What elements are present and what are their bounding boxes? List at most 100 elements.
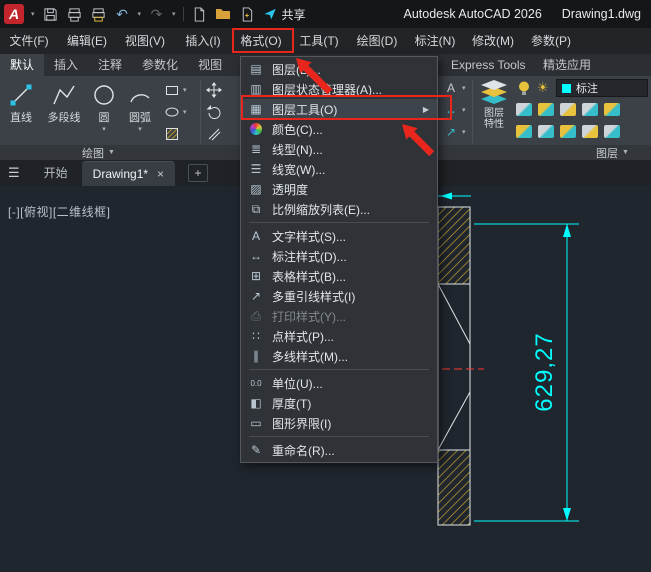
layer-tool-icon[interactable] [560, 103, 576, 116]
menu-dimension[interactable]: 标注(N) [406, 28, 464, 54]
offset-icon [208, 128, 221, 141]
batch-plot-button[interactable] [90, 6, 107, 23]
menu-insert[interactable]: 插入(I) [174, 28, 232, 54]
layer-panel-label[interactable]: 图层 ▼ [596, 145, 629, 160]
layer-color-swatch [562, 83, 571, 93]
annotation-dim-button[interactable]: ↔ ▾ [443, 103, 466, 117]
menu-item-layer-tools[interactable]: ▦ 图层工具(O) ▶ [241, 99, 437, 119]
tab-parametric[interactable]: 参数化 [132, 54, 188, 76]
layer-tool-icon[interactable] [560, 125, 576, 138]
menu-draw[interactable]: 绘图(D) [348, 28, 406, 54]
rotate-tool-button[interactable] [206, 104, 222, 120]
line-button[interactable]: 直线 [2, 78, 40, 125]
rectangle-caret-icon[interactable]: ▾ [183, 86, 187, 95]
hamburger-menu-icon[interactable]: ☰ [8, 165, 20, 181]
tab-annotate[interactable]: 注释 [88, 54, 132, 76]
start-tab[interactable]: 开始 [30, 160, 82, 186]
tab-express-tools[interactable]: Express Tools [441, 54, 535, 76]
menu-tools[interactable]: 工具(T) [290, 28, 348, 54]
menu-item-table-style[interactable]: ⊞ 表格样式(B)... [241, 266, 437, 286]
open-file-button[interactable] [215, 6, 232, 23]
move-tool-button[interactable] [206, 82, 222, 98]
menu-file[interactable]: 文件(F) [0, 28, 58, 54]
layer-properties-button[interactable]: 图层 特性 [477, 79, 511, 130]
menu-parametric[interactable]: 参数(P) [522, 28, 580, 54]
text-caret-icon[interactable]: ▾ [462, 84, 466, 93]
layer-selector-combo[interactable]: 标注 [556, 79, 648, 97]
menu-modify[interactable]: 修改(M) [464, 28, 522, 54]
circle-dropdown-caret-icon[interactable]: ▾ [88, 125, 120, 134]
layer-tool-icon[interactable] [604, 125, 620, 138]
menu-item-dim-style[interactable]: ↔ 标注样式(D)... [241, 246, 437, 266]
plot-button[interactable] [66, 6, 83, 23]
menu-item-lineweight[interactable]: ☰ 线宽(W)... [241, 159, 437, 179]
layer-tool-icon[interactable] [604, 103, 620, 116]
menu-item-transparency[interactable]: ▨ 透明度 [241, 179, 437, 199]
tab-home[interactable]: 默认 [0, 54, 45, 76]
undo-button[interactable]: ↶ [114, 6, 131, 23]
layer-tool-icon[interactable] [582, 103, 598, 116]
layer-tool-icon[interactable] [582, 125, 598, 138]
menu-item-mleader-style[interactable]: ↗ 多重引线样式(I) [241, 286, 437, 306]
close-tab-icon[interactable]: × [157, 167, 164, 181]
redo-button[interactable]: ↷ [148, 6, 165, 23]
menu-item-layer-states-manager[interactable]: ▥ 图层状态管理器(A)... [241, 79, 437, 99]
menu-item-thickness[interactable]: ◧ 厚度(T) [241, 393, 437, 413]
circle-button[interactable]: 圆 ▾ [88, 78, 120, 134]
hatch-tool-button[interactable] [164, 126, 180, 142]
ellipse-tool-button[interactable]: ▾ [164, 104, 187, 120]
layer-panel-caret-icon: ▼ [622, 149, 629, 156]
arc-dropdown-caret-icon[interactable]: ▾ [122, 125, 158, 134]
menu-item-units[interactable]: 0.0 单位(U)... [241, 373, 437, 393]
dim-caret-icon[interactable]: ▾ [462, 106, 466, 115]
offset-tool-button[interactable] [206, 126, 222, 142]
menu-view[interactable]: 视图(V) [116, 28, 174, 54]
menu-edit[interactable]: 编辑(E) [58, 28, 116, 54]
new-drawing-tab-button[interactable]: + [188, 164, 209, 182]
menu-item-linetype[interactable]: ≣ 线型(N)... [241, 139, 437, 159]
rectangle-tool-button[interactable]: ▾ [164, 82, 187, 98]
tab-view[interactable]: 视图 [188, 54, 232, 76]
drawing1-tab[interactable]: Drawing1* × [81, 161, 176, 186]
tab-insert[interactable]: 插入 [44, 54, 88, 76]
save-as-button[interactable] [239, 6, 256, 23]
draw-panel-label[interactable]: 绘图 ▼ [82, 145, 115, 160]
share-button[interactable]: 共享 [263, 6, 306, 23]
undo-caret-icon[interactable]: ▾ [138, 10, 142, 18]
app-title: Autodesk AutoCAD 2026 [403, 7, 542, 21]
menu-item-color[interactable]: 颜色(C)... [241, 119, 437, 139]
layer-tool-icon[interactable] [538, 125, 554, 138]
menu-item-scale-list[interactable]: ⧉ 比例缩放列表(E)... [241, 199, 437, 219]
layer-tool-icon[interactable] [538, 103, 554, 116]
app-menu-caret-icon[interactable]: ▾ [31, 10, 35, 18]
ellipse-caret-icon[interactable]: ▾ [183, 108, 187, 117]
rotate-icon [206, 105, 221, 120]
dim-style-icon: ↔ [250, 249, 262, 263]
menu-item-drawing-limits[interactable]: ▭ 图形界限(I) [241, 413, 437, 433]
annotation-leader-button[interactable]: ↗ ▾ [443, 125, 466, 139]
annotation-text-button[interactable]: A ▾ [443, 81, 466, 95]
save-button[interactable] [42, 6, 59, 23]
menu-item-layers[interactable]: ▤ 图层(L)... [241, 59, 437, 79]
menu-item-rename[interactable]: ✎ 重命名(R)... [241, 440, 437, 460]
color-wheel-icon [250, 123, 262, 135]
redo-caret-icon[interactable]: ▾ [172, 10, 176, 18]
polyline-button[interactable]: 多段线 [42, 78, 86, 125]
menu-item-text-style[interactable]: A 文字样式(S)... [241, 226, 437, 246]
layer-tool-icon[interactable] [516, 103, 532, 116]
menu-item-point-style[interactable]: ∷ 点样式(P)... [241, 326, 437, 346]
layer-on-off-button[interactable] [517, 80, 531, 96]
layer-tool-icon[interactable] [516, 125, 532, 138]
move-icon [206, 82, 222, 98]
layer-thaw-button[interactable]: ☀ [537, 80, 549, 96]
autocad-logo-icon[interactable]: A [4, 4, 24, 24]
menu-format[interactable]: 格式(O) [232, 28, 290, 54]
new-file-button[interactable] [191, 6, 208, 23]
vertical-dimension [474, 223, 579, 522]
arc-button[interactable]: 圆弧 ▾ [122, 78, 158, 134]
menu-item-mline-style[interactable]: ∥ 多线样式(M)... [241, 346, 437, 366]
viewport-controls[interactable]: [-][俯视][二维线框] [8, 203, 111, 220]
folder-icon [216, 9, 231, 19]
tab-featured-apps[interactable]: 精选应用 [533, 54, 601, 76]
leader-caret-icon[interactable]: ▾ [462, 128, 466, 137]
